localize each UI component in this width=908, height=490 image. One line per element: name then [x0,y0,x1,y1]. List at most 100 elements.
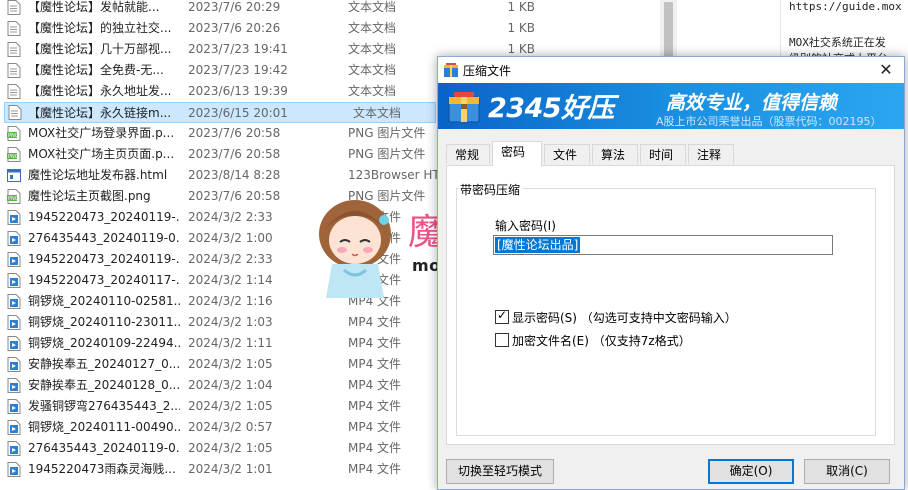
mp4-file-icon [7,357,21,372]
file-name: 276435443_20240119-0... [28,441,180,455]
file-name: 发骚铜锣弯276435443_2... [28,399,180,413]
file-size: 1 KB [507,0,535,14]
tab-files[interactable]: 文件 [544,144,590,164]
file-name: 魔性论坛地址发布器.html [28,168,168,182]
file-type: 文本文档 [348,63,397,77]
file-list-row[interactable]: 【魔性论坛】永久链接m...2023/6/15 20:01文本文档1 KB [4,102,540,123]
file-date: 2023/7/23 19:41 [188,42,288,56]
encrypt-filenames-option[interactable]: 加密文件名(E) （仅支持7z格式） [495,332,691,349]
file-type: 123Browser HT [348,168,440,182]
txt-file-icon [8,105,22,120]
password-input[interactable]: [魔性论坛出品] [493,235,833,255]
mp4-file-icon [7,315,21,330]
encrypt-filenames-label: 加密文件名(E) （仅支持7z格式） [512,334,691,348]
mp4-file-icon [7,252,21,267]
file-type: MP4 文件 [348,399,402,413]
file-date: 2024/3/2 1:01 [188,462,273,476]
ok-button[interactable]: 确定(O) [708,459,794,484]
file-date: 2024/3/2 0:57 [188,420,273,434]
dialog-tabs: 常规 密码 文件 算法 时间 注释 [446,141,896,166]
file-date: 2023/6/13 19:39 [188,84,288,98]
file-type: MP4 文件 [348,378,402,392]
encrypt-filenames-checkbox[interactable] [495,333,509,347]
file-date: 2023/7/6 20:26 [188,21,281,35]
txt-file-icon [7,84,21,99]
file-name: 【魔性论坛】发帖就能... [28,0,160,14]
file-type: MP4 文件 [348,420,402,434]
tab-password[interactable]: 密码 [492,141,542,166]
mp4-file-icon [7,399,21,414]
tab-comment[interactable]: 注释 [688,144,734,164]
file-name: 铜锣烧_20240111-00490... [28,420,180,434]
banner-slogan: 高效专业，值得信赖 [666,92,838,114]
file-type: MP4 文件 [348,441,402,455]
mp4-file-icon [7,273,21,288]
file-date: 2024/3/2 1:05 [188,357,273,371]
file-date: 2024/3/2 1:11 [188,336,273,350]
file-name: 铜锣烧_20240110-23011... [28,315,180,329]
file-name: 【魔性论坛】全免费-无... [28,63,164,77]
file-name: 1945220473雨森灵海贱... [28,462,176,476]
file-date: 2023/7/6 20:58 [188,126,281,140]
file-type: 文本文档 [348,84,397,98]
tab-general[interactable]: 常规 [446,144,490,164]
show-password-option[interactable]: 显示密码(S) （勾选可支持中文密码输入） [495,308,737,326]
file-type: MP4 文件 [348,336,402,350]
file-name: 铜锣烧_20240110-02581... [28,294,180,308]
png-file-icon: PNG [7,189,21,204]
cancel-button[interactable]: 取消(C) [804,459,890,484]
mp4-file-icon [7,441,21,456]
file-name: 1945220473_20240119-... [28,210,180,224]
png-file-icon: PNG [7,126,21,141]
show-password-checkbox[interactable] [495,308,509,324]
file-name: 魔性论坛主页截图.png [28,189,151,203]
dialog-titlebar[interactable]: 压缩文件 ✕ [438,57,904,83]
mp4-file-icon [7,420,21,435]
file-name: 【魔性论坛】的独立社交... [28,21,172,35]
file-list-row[interactable]: 【魔性论坛】发帖就能... 2023/7/6 20:29 文本文档 1 KB [0,0,660,18]
file-name: 铜锣烧_20240109-22494... [28,336,180,350]
mp4-file-icon [7,210,21,225]
mp4-file-icon [7,378,21,393]
html-file-icon [7,168,21,183]
file-name: 【魔性论坛】永久地址发... [28,84,172,98]
banner-brand: 2345好压 [488,93,615,124]
file-type: 文本文档 [353,106,402,120]
file-type: MP4 文件 [348,357,402,371]
file-date: 2023/6/15 20:01 [188,106,288,120]
file-list-row[interactable]: 【魔性论坛】的独立社交... 2023/7/6 20:26 文本文档 1 KB [0,18,660,39]
svg-text:PNG: PNG [8,154,19,160]
file-date: 2024/3/2 1:04 [188,378,273,392]
switch-light-mode-button[interactable]: 切换至轻巧模式 [446,459,554,484]
file-date: 2024/3/2 1:03 [188,315,273,329]
file-size: 1 KB [507,21,535,35]
file-name: MOX社交广场登录界面.p... [28,126,175,140]
mp4-file-icon [7,231,21,246]
file-date: 2024/3/2 1:05 [188,441,273,455]
file-type: MP4 文件 [348,462,402,476]
file-type: MP4 文件 [348,315,402,329]
file-type: 文本文档 [348,21,397,35]
mp4-file-icon [7,336,21,351]
show-password-label: 显示密码(S) （勾选可支持中文密码输入） [512,311,737,325]
file-type: 文本文档 [348,0,397,14]
file-name: 276435443_20240119-0... [28,231,180,245]
close-icon[interactable]: ✕ [876,60,896,80]
txt-file-icon [7,0,21,15]
password-value: [魔性论坛出品] [495,237,581,253]
archive-app-icon [444,63,458,77]
tab-algorithm[interactable]: 算法 [592,144,638,164]
txt-file-icon [7,42,21,57]
svg-text:PNG: PNG [8,133,19,139]
file-name: 安静挨奉五_20240128_0... [28,378,180,392]
file-date: 2023/8/14 8:28 [188,168,281,182]
dialog-title: 压缩文件 [463,64,512,78]
file-type: PNG 图片文件 [348,126,426,140]
haozip-logo-icon [448,92,480,123]
file-date: 2023/7/6 20:58 [188,147,281,161]
mp4-file-icon [7,462,21,477]
tab-time[interactable]: 时间 [640,144,686,164]
anime-girl-mascot-icon [319,200,391,298]
file-name: 1945220473_20240117-... [28,273,180,287]
preview-line: https://guide.mox [789,0,902,13]
